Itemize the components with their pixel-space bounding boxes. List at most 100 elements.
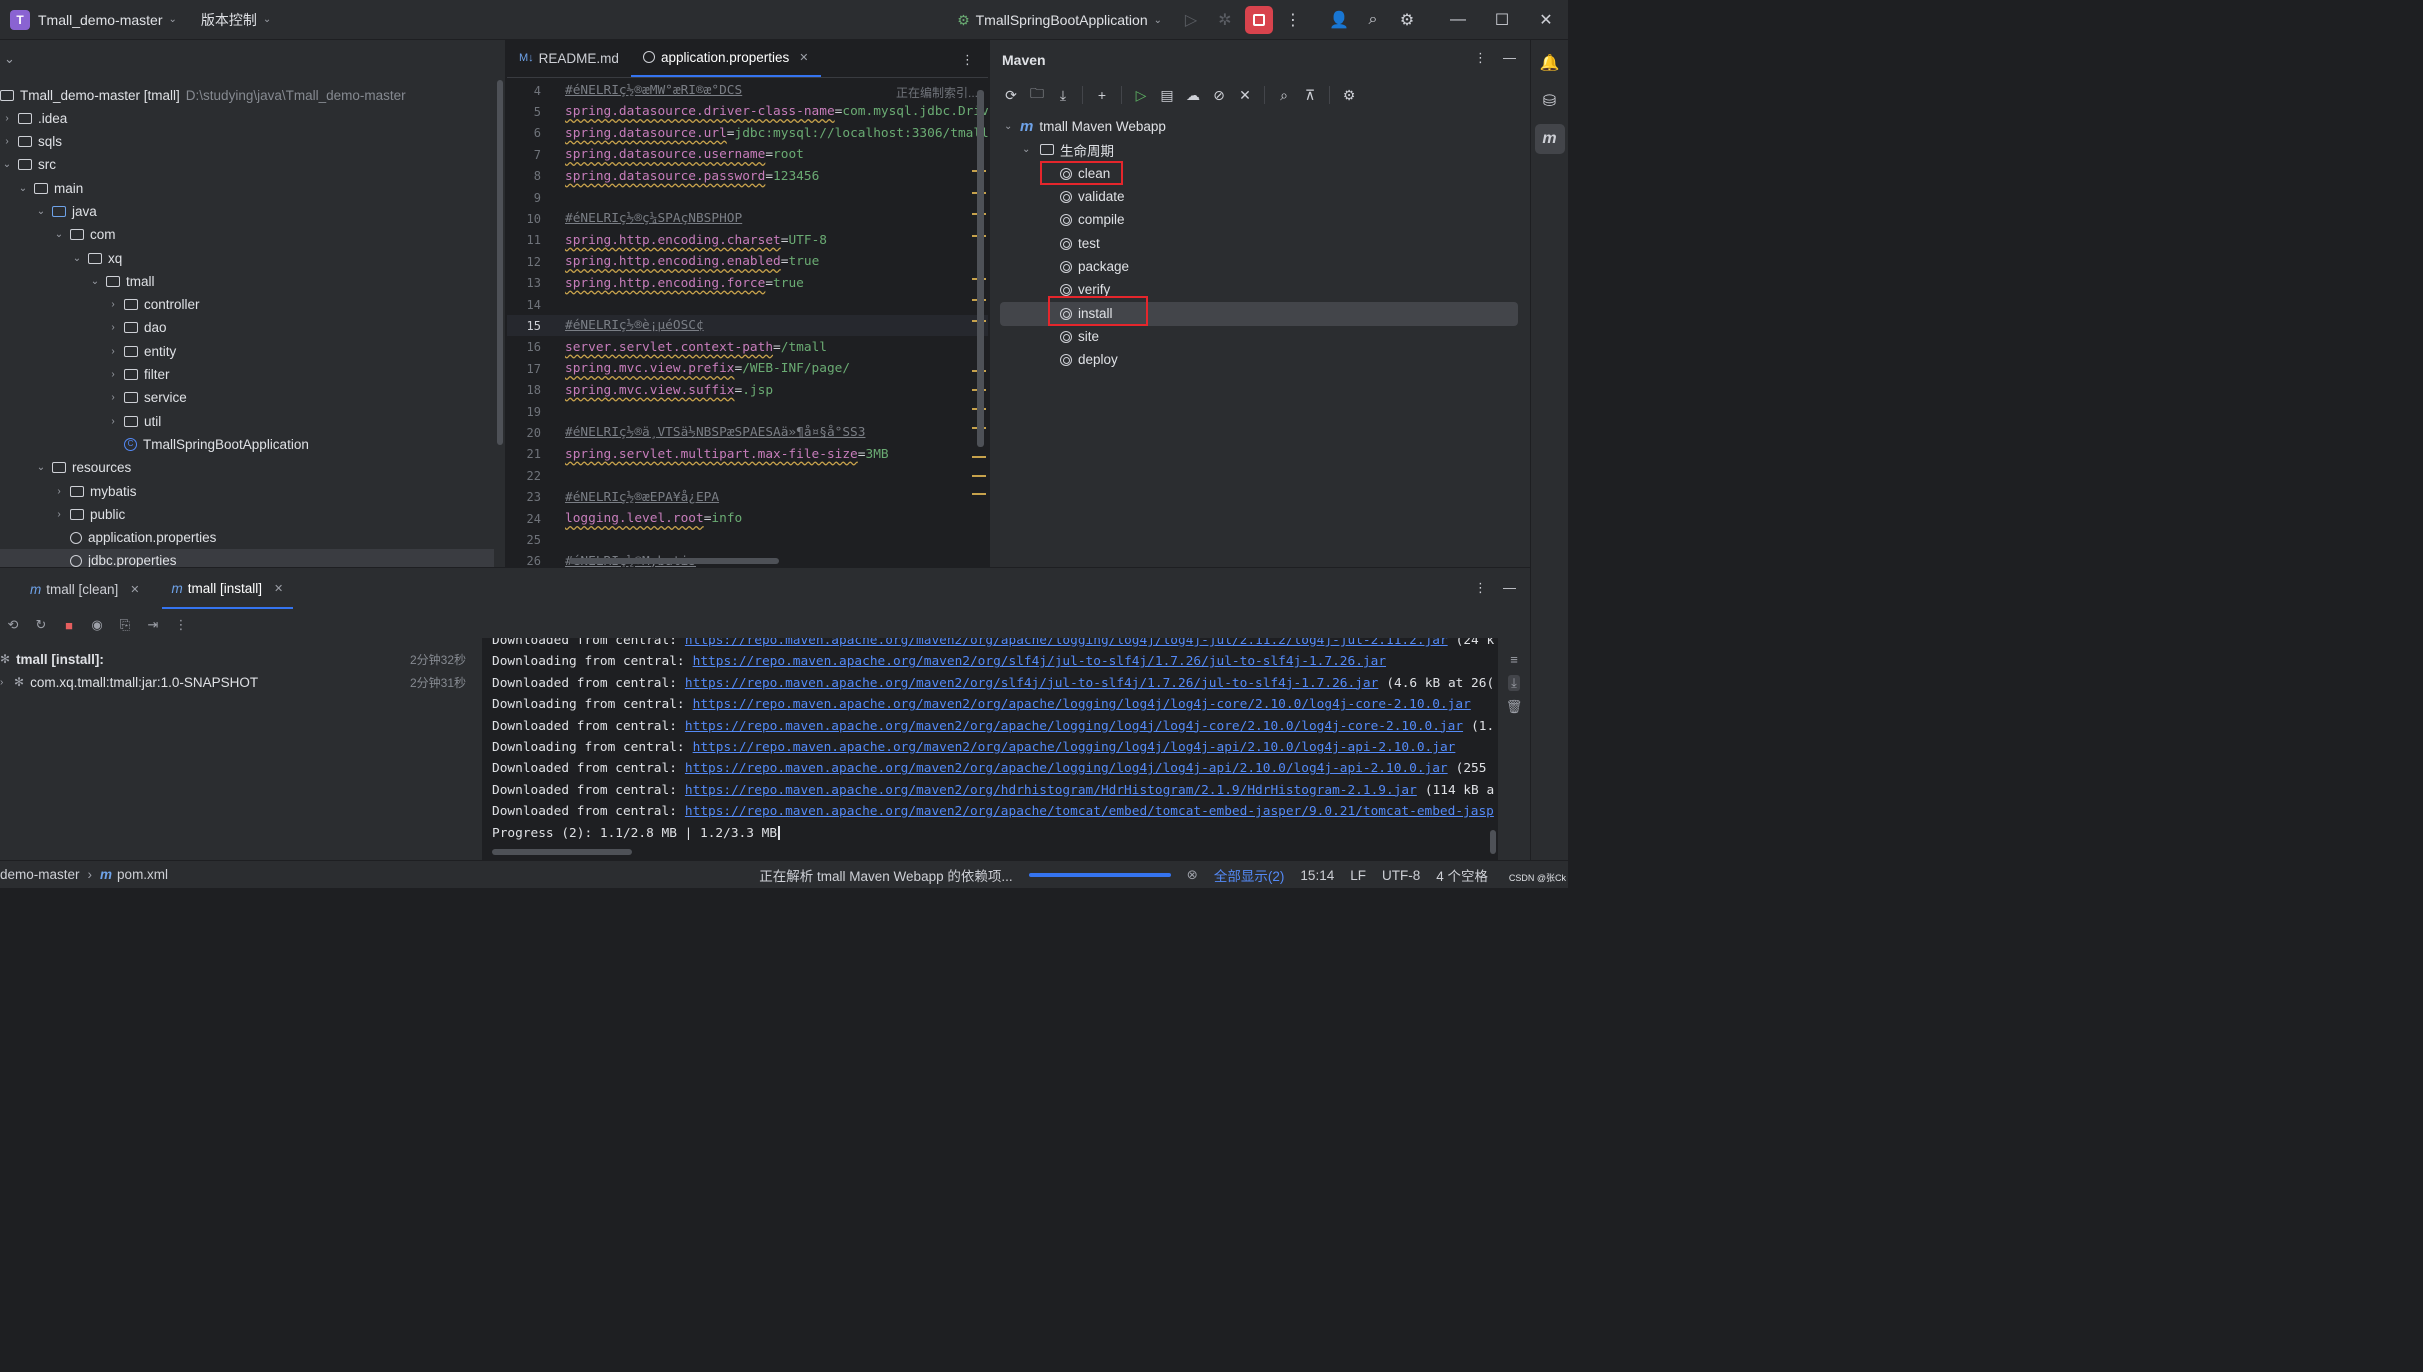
tree-item-resources[interactable]: ⌄ resources	[34, 456, 131, 479]
show-dependencies-icon[interactable]: ⌕	[1273, 84, 1295, 106]
goal-site[interactable]: site	[1060, 325, 1099, 348]
run-tree-item[interactable]: › ✻ com.xq.tmall:tmall:jar:1.0-SNAPSHOT 2分钟…	[0, 671, 470, 693]
trash-icon[interactable]: 🗑	[1506, 699, 1523, 715]
console-link[interactable]: https://repo.maven.apache.org/maven2/org…	[693, 697, 1471, 712]
vcs-menu[interactable]: 版本控制 ⌄	[201, 10, 271, 30]
maximize-icon[interactable]: ☐	[1480, 3, 1524, 37]
more-icon[interactable]: ⋮	[1474, 580, 1487, 596]
code-line[interactable]: 21 spring.servlet.multipart.max-file-size…	[507, 444, 988, 465]
console-link[interactable]: https://repo.maven.apache.org/maven2/org…	[685, 761, 1448, 776]
tree-item-com[interactable]: ⌄ com	[52, 223, 116, 246]
close-tab-icon[interactable]: ✕	[274, 582, 283, 595]
code-line[interactable]: 11 spring.http.encoding.charset=UTF-8	[507, 230, 988, 251]
line-separator[interactable]: LF	[1350, 868, 1366, 883]
editor-hscrollbar[interactable]	[569, 558, 779, 564]
execute-goal-icon[interactable]: ▤	[1156, 84, 1178, 106]
offline-icon[interactable]: ☁	[1182, 84, 1204, 106]
console-link[interactable]: https://repo.maven.apache.org/maven2/org…	[693, 654, 1386, 669]
console-link[interactable]: https://repo.maven.apache.org/maven2/org…	[685, 719, 1463, 734]
console-link[interactable]: https://repo.maven.apache.org/maven2/org…	[693, 740, 1456, 755]
warning-marker[interactable]	[972, 456, 986, 458]
warning-marker[interactable]	[972, 475, 986, 477]
soft-wrap-icon[interactable]: ≡	[1510, 652, 1518, 667]
tree-item-sqls[interactable]: › sqls	[0, 130, 62, 153]
close-tab-icon[interactable]: ✕	[799, 51, 808, 64]
settings-icon[interactable]: ⚙	[1390, 3, 1424, 37]
search-icon[interactable]: ⌕	[1356, 3, 1390, 37]
breadcrumb-project[interactable]: demo-master	[0, 867, 80, 882]
close-icon[interactable]: ✕	[1524, 3, 1568, 37]
collapse-icon[interactable]: ✕	[1234, 84, 1256, 106]
show-icon[interactable]: ◉	[86, 614, 108, 636]
stop-icon[interactable]: ■	[58, 614, 80, 636]
console-link[interactable]: https://repo.maven.apache.org/maven2/org…	[685, 804, 1494, 819]
more-icon[interactable]: ⋮	[170, 614, 192, 636]
code-line[interactable]: 9	[507, 187, 988, 208]
tab-application-properties[interactable]: application.properties ✕	[630, 40, 821, 77]
generate-sources-icon[interactable]: 🗀	[1026, 84, 1048, 106]
tree-item-java[interactable]: ⌄ java	[34, 200, 97, 223]
run-icon[interactable]: ▷	[1174, 3, 1208, 37]
code-line[interactable]: 22	[507, 465, 988, 486]
code-line[interactable]: 13 spring.http.encoding.force=true	[507, 273, 988, 294]
minimize-icon[interactable]: —	[1503, 580, 1516, 596]
console-output[interactable]: Downloaded from central: https://repo.mav…	[482, 638, 1498, 860]
cancel-task-icon[interactable]: ⊗	[1187, 867, 1198, 883]
more-icon[interactable]: ⋮	[1474, 50, 1487, 66]
goal-test[interactable]: test	[1060, 232, 1100, 255]
console-link[interactable]: https://repo.maven.apache.org/maven2/org…	[685, 783, 1417, 798]
screenshot-icon[interactable]: ⎘	[114, 614, 136, 636]
tree-item-public[interactable]: › public	[52, 503, 125, 526]
more-icon[interactable]: ⋮	[1276, 3, 1310, 37]
run-config-selector[interactable]: ⚙ TmallSpringBootApplication ⌄	[957, 12, 1162, 29]
reload-icon[interactable]: ⟳	[1000, 84, 1022, 106]
project-selector[interactable]: Tmall_demo-master ⌄	[38, 12, 177, 28]
tab-readme[interactable]: M↓ README.md	[507, 40, 631, 77]
caret-position[interactable]: 15:14	[1300, 868, 1334, 883]
code-line[interactable]: 17 spring.mvc.view.prefix=/WEB-INF/page/	[507, 358, 988, 379]
code-line[interactable]: 6 spring.datasource.url=jdbc:mysql://loca…	[507, 123, 988, 144]
breadcrumb-file[interactable]: pom.xml	[117, 867, 168, 882]
code-line[interactable]: 20 #éNELRIç½®ä¸VTSä½NBSPæSPAESAä»¶å¤§å°SS…	[507, 422, 988, 443]
project-scrollbar[interactable]	[497, 80, 503, 445]
background-task-label[interactable]: 正在解析 tmall Maven Webapp 的依赖项...	[759, 865, 1012, 885]
code-line[interactable]: 7 spring.datasource.username=root	[507, 144, 988, 165]
settings-icon[interactable]: ⚙	[1338, 84, 1360, 106]
console-vscrollbar[interactable]	[1490, 830, 1496, 854]
code-line[interactable]: 24 logging.level.root=info	[507, 508, 988, 529]
tree-item-tmall[interactable]: ⌄ tmall	[88, 270, 155, 293]
show-all-tasks-link[interactable]: 全部显示(2)	[1214, 865, 1285, 885]
run-icon[interactable]: ▷	[1130, 84, 1152, 106]
indent-setting[interactable]: 4 个空格	[1436, 865, 1488, 885]
tree-item-src[interactable]: ⌄ src	[0, 153, 56, 176]
code-line[interactable]: 23 #éNELRIç½®æEPA¥å¿EPA	[507, 487, 988, 508]
scroll-to-end-icon[interactable]: ⤓	[1508, 675, 1520, 691]
code-line[interactable]: 18 spring.mvc.view.suffix=.jsp	[507, 380, 988, 401]
tree-item-util[interactable]: › util	[106, 410, 161, 433]
tree-item-filter[interactable]: › filter	[106, 363, 169, 386]
code-line[interactable]: 10 #éNELRIç½®ç¼SPAçNBSPHOP	[507, 208, 988, 229]
tab-run-clean[interactable]: m tmall [clean] ✕	[20, 569, 150, 609]
rerun-icon[interactable]: ⟲	[2, 614, 24, 636]
tree-item-xq[interactable]: ⌄ xq	[70, 247, 122, 270]
code-line[interactable]: 19	[507, 401, 988, 422]
minimize-icon[interactable]: —	[1503, 50, 1516, 66]
file-encoding[interactable]: UTF-8	[1382, 868, 1420, 883]
export-icon[interactable]: ⇥	[142, 614, 164, 636]
add-user-icon[interactable]: 👤	[1322, 3, 1356, 37]
code-line[interactable]: 16 server.servlet.context-path=/tmall	[507, 337, 988, 358]
tree-item-idea[interactable]: › .idea	[0, 107, 67, 130]
warning-marker[interactable]	[972, 493, 986, 495]
database-icon[interactable]: ⛁	[1535, 86, 1565, 116]
code-line[interactable]: 4 #éNELRIç½®æMW°æRI®æ°DCS	[507, 80, 988, 101]
goal-validate[interactable]: validate	[1060, 185, 1125, 208]
goal-package[interactable]: package	[1060, 255, 1129, 278]
console-link[interactable]: https://repo.maven.apache.org/maven2/org…	[685, 638, 1448, 648]
tree-item-mybatis[interactable]: › mybatis	[52, 480, 136, 503]
notifications-icon[interactable]: 🔔	[1535, 48, 1565, 78]
close-tab-icon[interactable]: ✕	[130, 583, 139, 596]
download-icon[interactable]: ⤓	[1052, 84, 1074, 106]
code-line[interactable]: 25	[507, 529, 988, 550]
lifecycle-node[interactable]: ⌄ 生命周期	[1022, 138, 1114, 161]
goal-compile[interactable]: compile	[1060, 208, 1125, 231]
